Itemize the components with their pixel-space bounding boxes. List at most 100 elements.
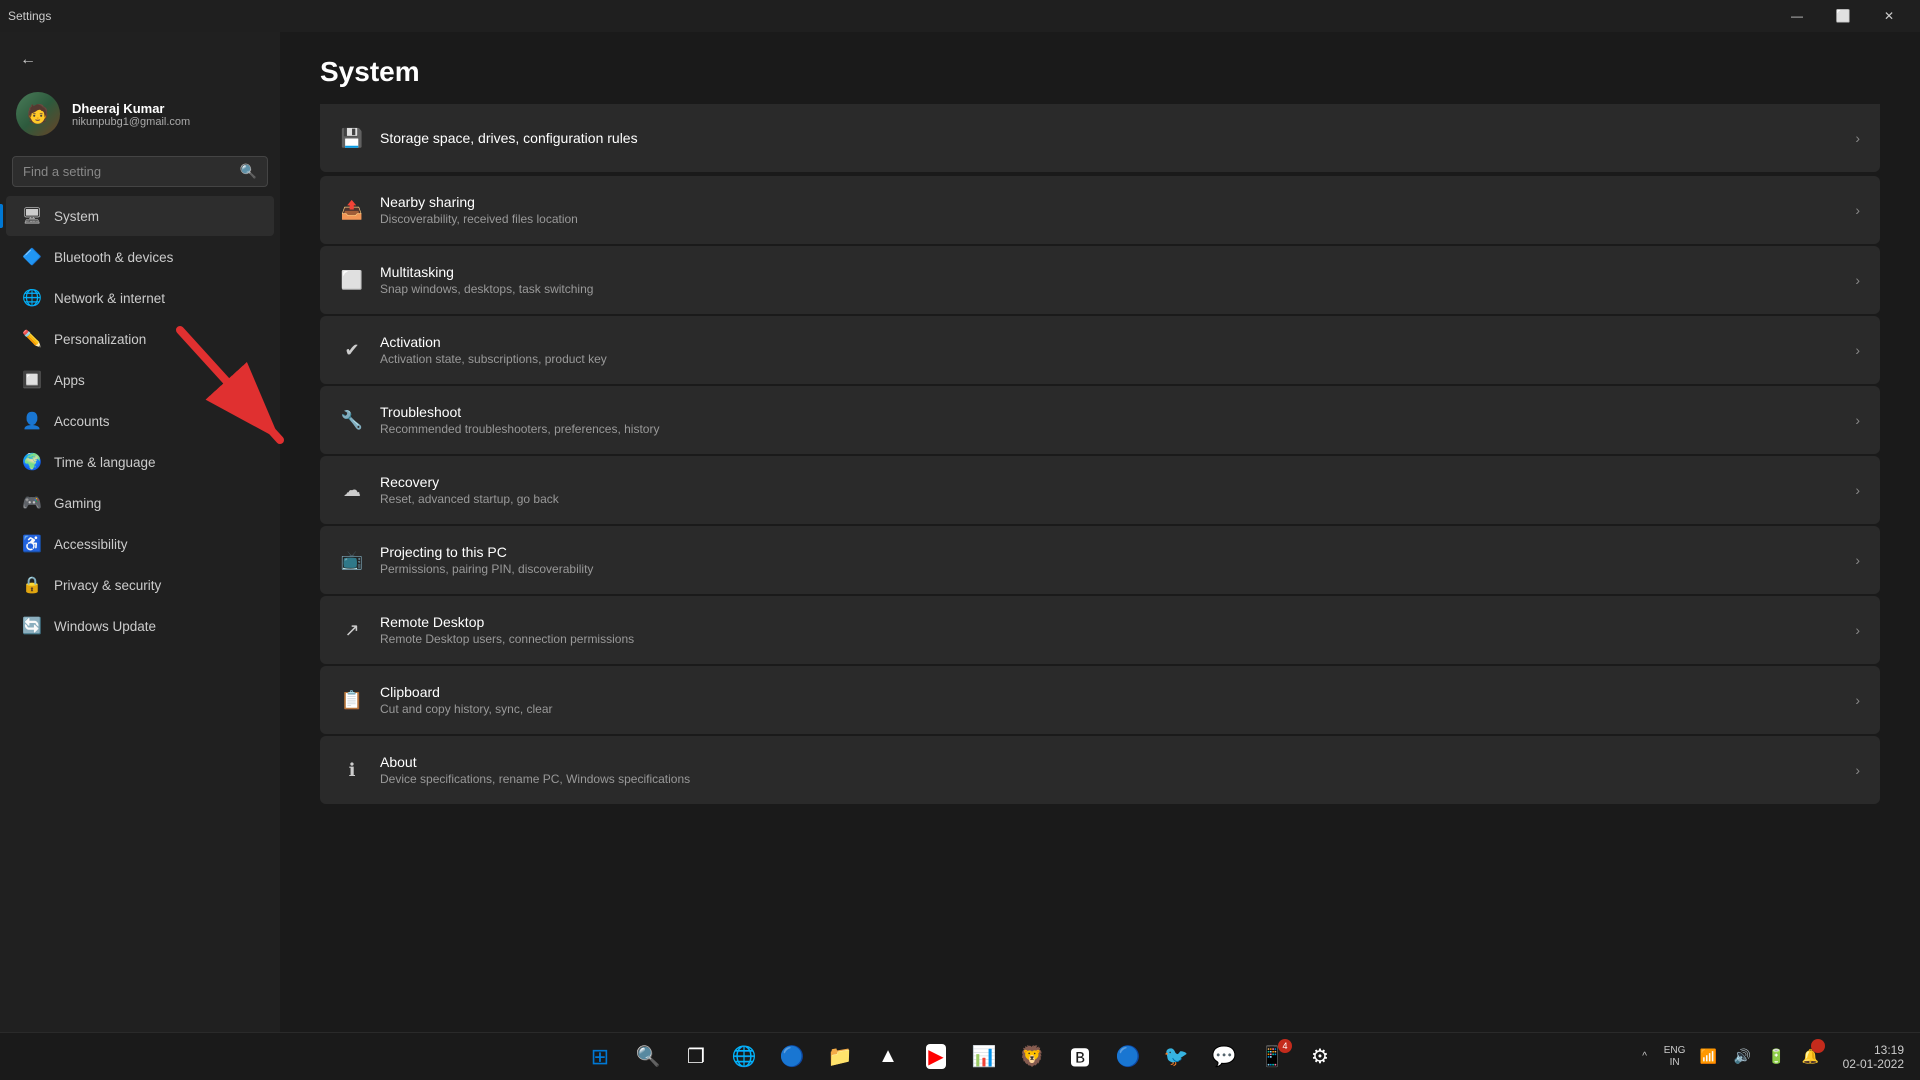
- user-name: Dheeraj Kumar: [72, 101, 190, 116]
- title-bar-left: Settings: [8, 9, 51, 23]
- nav-label-personalization: Personalization: [54, 332, 146, 347]
- sidebar-item-personalization[interactable]: ✏️ Personalization: [6, 319, 274, 359]
- notification-badge-count: [1811, 1039, 1825, 1053]
- settings-item-remote-desktop[interactable]: ↗ Remote Desktop Remote Desktop users, c…: [320, 596, 1880, 664]
- settings-icon-remote-desktop: ↗: [340, 618, 364, 642]
- settings-arrow-projecting: ›: [1855, 552, 1860, 568]
- settings-icon-recovery: ☁: [340, 478, 364, 502]
- title-bar-title: Settings: [8, 9, 51, 23]
- taskbar-app-chrome[interactable]: 🔵: [770, 1035, 814, 1079]
- tray-lang[interactable]: ENG IN: [1659, 1035, 1691, 1079]
- taskbar-app-fileexplorer[interactable]: 📁: [818, 1035, 862, 1079]
- settings-item-about[interactable]: ℹ About Device specifications, rename PC…: [320, 736, 1880, 804]
- sidebar-item-accessibility[interactable]: ♿ Accessibility: [6, 524, 274, 564]
- taskbar-app-settings-app[interactable]: ⚙: [1298, 1035, 1342, 1079]
- settings-title-storage: Storage space, drives, configuration rul…: [380, 130, 1839, 146]
- settings-desc-about: Device specifications, rename PC, Window…: [380, 772, 1839, 786]
- nav-label-accounts: Accounts: [54, 414, 110, 429]
- settings-item-clipboard[interactable]: 📋 Clipboard Cut and copy history, sync, …: [320, 666, 1880, 734]
- settings-title-nearby-sharing: Nearby sharing: [380, 194, 1839, 210]
- settings-item-projecting[interactable]: 📺 Projecting to this PC Permissions, pai…: [320, 526, 1880, 594]
- taskbar-app-taskview[interactable]: ❐: [674, 1035, 718, 1079]
- tray-sound[interactable]: 🔊: [1727, 1035, 1759, 1079]
- nav-icon-time: 🌍: [22, 452, 42, 472]
- brave-icon: 🦁: [1020, 1044, 1045, 1069]
- nav-icon-bluetooth: 🔷: [22, 247, 42, 267]
- taskbar-app-whatsapp[interactable]: 📱 4: [1250, 1035, 1294, 1079]
- settings-icon-about: ℹ: [340, 758, 364, 782]
- search-box[interactable]: 🔍: [12, 156, 268, 187]
- tray-battery[interactable]: 🔋: [1761, 1035, 1793, 1079]
- settings-item-storage[interactable]: 💾 Storage space, drives, configuration r…: [320, 104, 1880, 172]
- taskbar-app-sheets[interactable]: 📊: [962, 1035, 1006, 1079]
- maximize-button[interactable]: ⬜: [1820, 0, 1866, 32]
- taskbar-app-search[interactable]: 🔍: [626, 1035, 670, 1079]
- settings-arrow-recovery: ›: [1855, 482, 1860, 498]
- search-input[interactable]: [23, 164, 240, 179]
- twitter-icon: 🐦: [1164, 1044, 1189, 1069]
- settings-arrow-clipboard: ›: [1855, 692, 1860, 708]
- settings-title-multitasking: Multitasking: [380, 264, 1839, 280]
- settings-item-activation[interactable]: ✔ Activation Activation state, subscript…: [320, 316, 1880, 384]
- sidebar-item-system[interactable]: 🖥 System: [6, 196, 274, 236]
- avatar-image: 🧑: [16, 92, 60, 136]
- back-button[interactable]: ←: [12, 44, 44, 76]
- sidebar-item-accounts[interactable]: 👤 Accounts: [6, 401, 274, 441]
- taskbar-app-start[interactable]: ⊞: [578, 1035, 622, 1079]
- nav-icon-apps: 🔲: [22, 370, 42, 390]
- taskbar-app-discord[interactable]: 💬: [1202, 1035, 1246, 1079]
- settings-title-activation: Activation: [380, 334, 1839, 350]
- nav-label-update: Windows Update: [54, 619, 156, 634]
- settings-arrow-about: ›: [1855, 762, 1860, 778]
- fileexplorer-icon: 📁: [828, 1044, 853, 1069]
- whatsapp-badge: 4: [1278, 1039, 1292, 1053]
- sidebar-item-apps[interactable]: 🔲 Apps: [6, 360, 274, 400]
- edge-icon: 🌐: [732, 1044, 757, 1069]
- nav-icon-privacy: 🔒: [22, 575, 42, 595]
- taskbar-app-brave[interactable]: 🦁: [1010, 1035, 1054, 1079]
- settings-item-multitasking[interactable]: ⬜ Multitasking Snap windows, desktops, t…: [320, 246, 1880, 314]
- settings-icon-activation: ✔: [340, 338, 364, 362]
- taskbar-app-edge[interactable]: 🌐: [722, 1035, 766, 1079]
- settings-icon-multitasking: ⬜: [340, 268, 364, 292]
- settings-item-recovery[interactable]: ☁ Recovery Reset, advanced startup, go b…: [320, 456, 1880, 524]
- show-hidden-tray-button[interactable]: ^: [1633, 1035, 1657, 1079]
- nav-label-apps: Apps: [54, 373, 85, 388]
- nav-icon-system: 🖥: [22, 206, 42, 226]
- settings-app-icon: ⚙: [1311, 1044, 1329, 1069]
- sidebar-item-update[interactable]: 🔄 Windows Update: [6, 606, 274, 646]
- sidebar-item-network[interactable]: 🌐 Network & internet: [6, 278, 274, 318]
- settings-item-troubleshoot[interactable]: 🔧 Troubleshoot Recommended troubleshoote…: [320, 386, 1880, 454]
- tray-notification[interactable]: 🔔: [1795, 1035, 1827, 1079]
- chrome-icon: 🔵: [780, 1044, 805, 1069]
- nav-label-accessibility: Accessibility: [54, 537, 128, 552]
- sidebar: ← 🧑 Dheeraj Kumar nikunpubg1@gmail.com 🔍…: [0, 32, 280, 1080]
- minimize-button[interactable]: —: [1774, 0, 1820, 32]
- user-profile[interactable]: 🧑 Dheeraj Kumar nikunpubg1@gmail.com: [0, 80, 280, 152]
- taskbar-app-youtube[interactable]: ▶: [914, 1035, 958, 1079]
- settings-title-recovery: Recovery: [380, 474, 1839, 490]
- close-button[interactable]: ✕: [1866, 0, 1912, 32]
- sidebar-item-privacy[interactable]: 🔒 Privacy & security: [6, 565, 274, 605]
- user-info: Dheeraj Kumar nikunpubg1@gmail.com: [72, 101, 190, 128]
- taskbar-app-twitter[interactable]: 🐦: [1154, 1035, 1198, 1079]
- nav-icon-accessibility: ♿: [22, 534, 42, 554]
- sidebar-item-gaming[interactable]: 🎮 Gaming: [6, 483, 274, 523]
- taskbar-app-drive[interactable]: ▲: [866, 1035, 910, 1079]
- taskbar-app-bit[interactable]: 🅱: [1058, 1035, 1102, 1079]
- main-content: System 💾 Storage space, drives, configur…: [280, 32, 1920, 1080]
- nav-label-bluetooth: Bluetooth & devices: [54, 250, 173, 265]
- settings-arrow-activation: ›: [1855, 342, 1860, 358]
- search-icon[interactable]: 🔍: [240, 163, 257, 180]
- sidebar-item-bluetooth[interactable]: 🔷 Bluetooth & devices: [6, 237, 274, 277]
- settings-desc-troubleshoot: Recommended troubleshooters, preferences…: [380, 422, 1839, 436]
- taskbar-app-browser2[interactable]: 🔵: [1106, 1035, 1150, 1079]
- tray-wifi[interactable]: 📶: [1693, 1035, 1725, 1079]
- settings-desc-remote-desktop: Remote Desktop users, connection permiss…: [380, 632, 1839, 646]
- settings-desc-activation: Activation state, subscriptions, product…: [380, 352, 1839, 366]
- settings-item-nearby-sharing[interactable]: 📤 Nearby sharing Discoverability, receiv…: [320, 176, 1880, 244]
- sidebar-item-time[interactable]: 🌍 Time & language: [6, 442, 274, 482]
- youtube-icon: ▶: [926, 1044, 945, 1069]
- settings-icon-storage: 💾: [340, 126, 364, 150]
- clock-area[interactable]: 13:19 02-01-2022: [1835, 1035, 1912, 1079]
